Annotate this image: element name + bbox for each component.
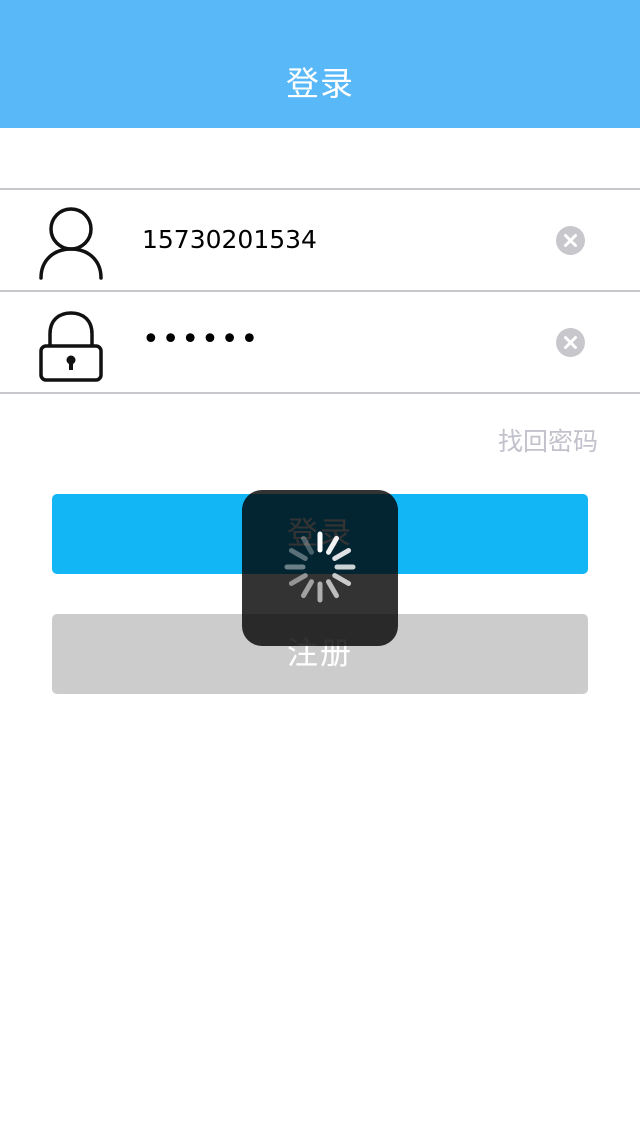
- spinner-icon: [284, 531, 356, 603]
- page-title: 登录: [286, 64, 354, 103]
- spinner-spoke: [301, 535, 314, 555]
- spinner-spoke: [288, 573, 308, 586]
- divider: [0, 392, 640, 394]
- loading-indicator: [242, 490, 398, 646]
- spinner-spoke: [332, 548, 352, 561]
- spinner-spoke: [301, 579, 314, 599]
- navigation-bar: 登录: [0, 0, 640, 128]
- password-row[interactable]: ••••••: [0, 292, 640, 393]
- spinner-spoke: [288, 548, 308, 561]
- account-input[interactable]: 15730201534: [142, 220, 317, 260]
- login-screen: 登录 15730201534 •••••• 找回密码 注册: [0, 0, 640, 1136]
- user-icon: [36, 202, 106, 280]
- forgot-password-link[interactable]: 找回密码: [498, 424, 598, 460]
- lock-icon: [36, 304, 106, 382]
- spinner-spoke: [332, 573, 352, 586]
- clear-icon[interactable]: [556, 226, 585, 255]
- clear-icon[interactable]: [556, 328, 585, 357]
- spinner-spoke: [326, 579, 339, 599]
- spinner-spoke: [326, 535, 339, 555]
- password-input[interactable]: ••••••: [142, 320, 260, 360]
- account-row[interactable]: 15730201534: [0, 190, 640, 291]
